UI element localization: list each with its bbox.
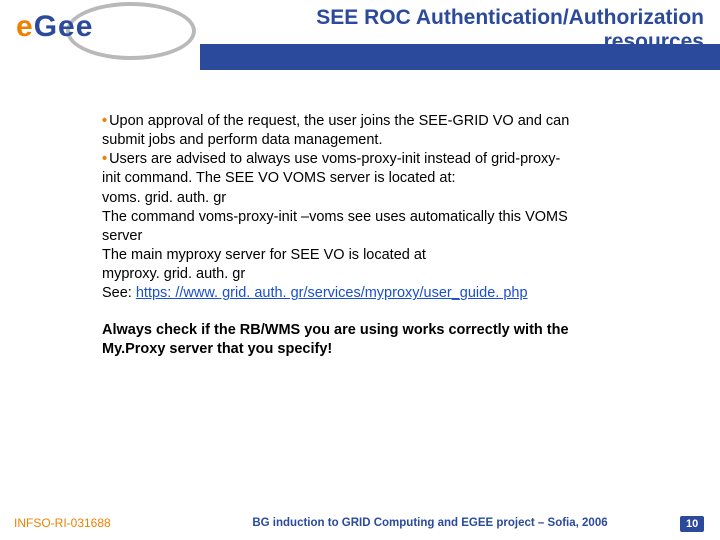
slide-header: SEE ROC Authentication/Authorization res… (0, 0, 720, 78)
see-label: See: (102, 285, 136, 301)
body-text: Upon approval of the request, the user j… (109, 113, 569, 129)
spacer (102, 303, 688, 321)
page-number: 10 (680, 516, 704, 532)
body-text: The command voms-proxy-init –voms see us… (102, 208, 688, 227)
bullet-icon: • (102, 113, 107, 129)
bullet-icon: • (102, 151, 107, 167)
body-text: Users are advised to always use voms-pro… (109, 151, 560, 167)
page-indicator: 10 (680, 514, 720, 532)
footer-caption: BG induction to GRID Computing and EGEE … (180, 517, 680, 529)
footer-reference: INFSO-RI-031688 (0, 516, 180, 530)
logo-text: eGee (16, 10, 93, 44)
body-text: init command. The SEE VO VOMS server is … (102, 169, 688, 188)
emphasis-text: My.Proxy server that you specify! (102, 340, 688, 359)
slide-body: •Upon approval of the request, the user … (102, 112, 688, 360)
bullet-item: •Upon approval of the request, the user … (102, 112, 688, 131)
bullet-item: •Users are advised to always use voms-pr… (102, 150, 688, 169)
title-line-1: SEE ROC Authentication/Authorization (316, 6, 704, 30)
body-text: server (102, 227, 688, 246)
logo-tagline: Enabling Grids for E-sciencE (206, 54, 321, 64)
emphasis-text: Always check if the RB/WMS you are using… (102, 321, 688, 340)
body-text: See: https: //www. grid. auth. gr/servic… (102, 284, 688, 303)
egee-logo: eGee (8, 4, 188, 68)
user-guide-link[interactable]: https: //www. grid. auth. gr/services/my… (136, 285, 528, 301)
body-text: The main myproxy server for SEE VO is lo… (102, 246, 688, 265)
body-text: voms. grid. auth. gr (102, 189, 688, 208)
body-text: submit jobs and perform data management. (102, 131, 688, 150)
body-text: myproxy. grid. auth. gr (102, 265, 688, 284)
slide-footer: INFSO-RI-031688 BG induction to GRID Com… (0, 506, 720, 540)
